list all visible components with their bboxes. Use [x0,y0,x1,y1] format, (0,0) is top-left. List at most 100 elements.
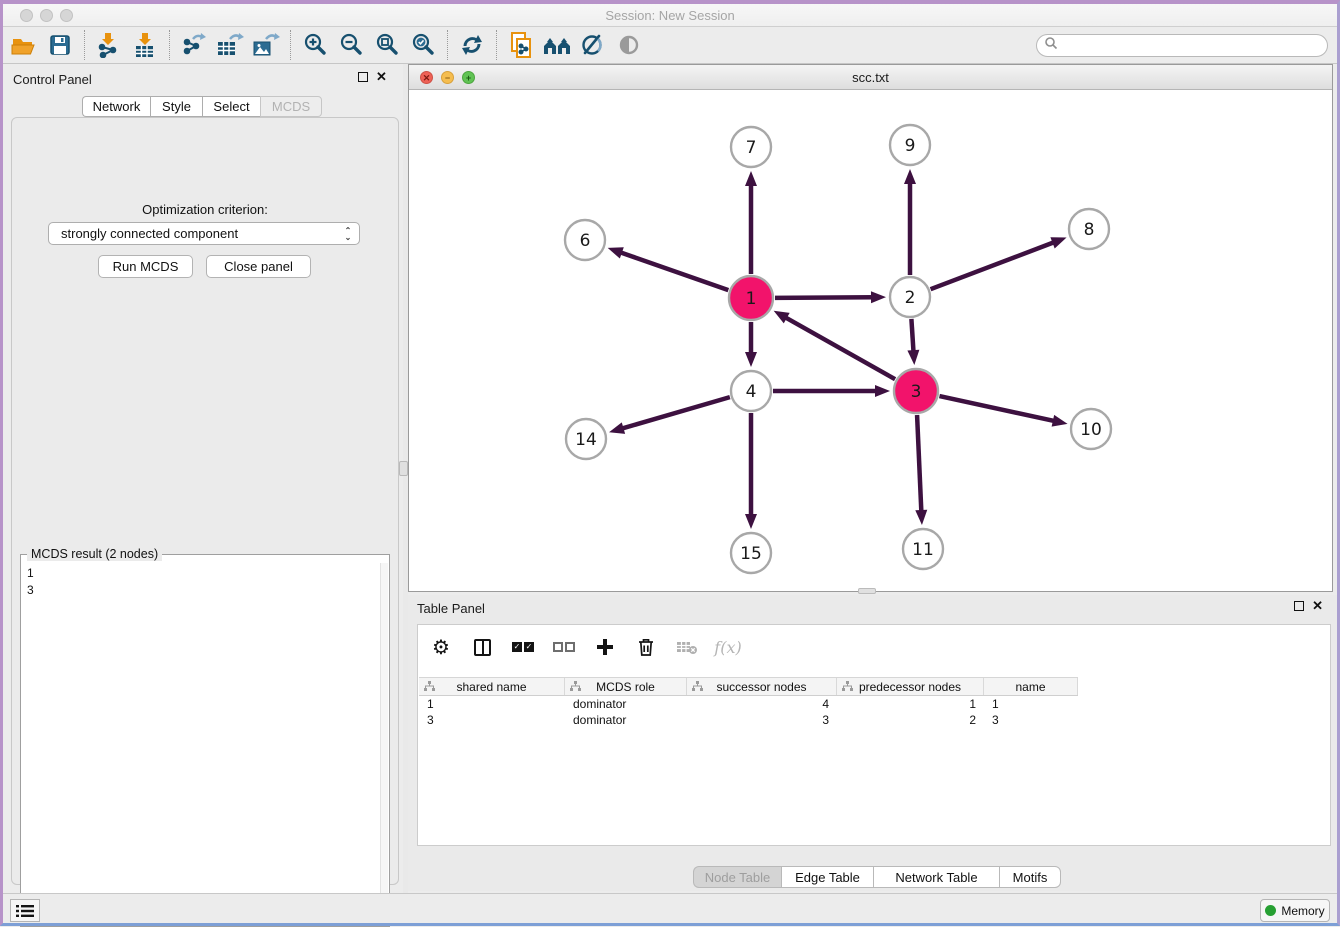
function-builder-icon[interactable]: f(x) [715,634,741,660]
edge-arrowhead [907,350,919,365]
chevron-updown-icon: ⌃⌄ [343,225,353,243]
deselect-all-rows-icon[interactable] [551,634,577,660]
hide-details-eye-icon[interactable] [611,28,647,62]
import-network-icon[interactable] [91,28,127,62]
open-file-icon[interactable] [6,28,42,62]
tab-mcds[interactable]: MCDS [260,96,322,117]
apply-layout-icon[interactable] [454,28,490,62]
tab-network[interactable]: Network [82,96,150,117]
close-table-panel-icon[interactable]: ✕ [1312,601,1323,611]
table-cell[interactable]: dominator [565,697,687,711]
select-all-rows-icon[interactable]: ✓✓ [510,634,536,660]
tab-network-table[interactable]: Network Table [873,866,999,888]
graph-edge-1-2[interactable] [775,297,874,298]
add-column-icon[interactable] [592,634,618,660]
graph-edge-3-10[interactable] [939,396,1055,421]
edge-arrowhead [871,291,886,303]
zoom-fit-icon[interactable] [369,28,405,62]
table-cell[interactable]: 2 [837,713,984,727]
duplicate-network-icon[interactable] [503,28,539,62]
table-cell[interactable]: 3 [687,713,837,727]
table-cell[interactable]: dominator [565,713,687,727]
splitter-grip[interactable] [399,461,408,476]
network-title: scc.txt [409,70,1332,85]
application-window: Session: New Session [0,0,1340,926]
network-window-titlebar: ✕ − + scc.txt [409,65,1332,90]
zoom-out-icon[interactable] [333,28,369,62]
edge-arrowhead [915,510,927,525]
tab-motifs[interactable]: Motifs [999,866,1061,888]
node-label-4: 4 [746,382,757,402]
task-history-button[interactable] [10,899,40,922]
column-header-shared-name[interactable]: shared name [419,678,565,695]
search-field [1036,34,1328,57]
result-scrollbar[interactable] [380,563,388,924]
table-cell[interactable]: 1 [419,697,565,711]
search-icon [1044,36,1058,55]
table-cell[interactable]: 1 [837,697,984,711]
network-canvas[interactable]: 7968124314101511 [410,91,1331,591]
network-resize-grip[interactable] [858,588,876,594]
column-header-name[interactable]: name [984,678,1078,695]
show-columns-icon[interactable] [469,634,495,660]
graph-edge-3-11[interactable] [917,415,921,513]
close-panel-button[interactable]: Close panel [206,255,311,278]
search-input[interactable] [1058,37,1327,55]
edge-arrowhead [745,514,757,529]
optimization-criterion-label: Optimization criterion: [12,202,398,217]
main-toolbar [0,27,1340,64]
mcds-result-text[interactable]: 1 3 [27,565,34,599]
zoom-in-icon[interactable] [297,28,333,62]
first-neighbors-icon[interactable] [539,28,575,62]
table-cell[interactable]: 3 [984,713,1078,727]
export-table-icon[interactable] [212,28,248,62]
import-table-icon[interactable] [127,28,163,62]
column-header-MCDS-role[interactable]: MCDS role [565,678,687,695]
table-toolbar: ⚙ ✓✓ f(x) [418,625,1330,669]
table-row[interactable]: 1dominator411 [419,696,1329,712]
tab-select[interactable]: Select [202,96,260,117]
graph-edge-1-6[interactable] [619,252,728,290]
node-label-9: 9 [905,136,916,156]
table-cell[interactable]: 3 [419,713,565,727]
network-graph: 7968124314101511 [410,91,1331,591]
node-label-6: 6 [580,231,591,251]
graph-edge-2-8[interactable] [931,242,1056,289]
table-panel-title: Table Panel [417,601,485,616]
float-panel-icon[interactable] [358,72,368,82]
table-row[interactable]: 3dominator323 [419,712,1329,728]
float-table-panel-icon[interactable] [1294,601,1304,611]
column-header-successor-nodes[interactable]: successor nodes [687,678,837,695]
list-icon [16,904,34,918]
edge-arrowhead [904,169,916,184]
status-bar: Memory [0,893,1340,926]
graph-edge-2-3[interactable] [911,319,913,353]
table-settings-gear-icon[interactable]: ⚙ [428,634,454,660]
close-panel-icon[interactable]: ✕ [376,72,387,82]
tab-node-table[interactable]: Node Table [693,866,781,888]
criterion-dropdown[interactable]: strongly connected component ⌃⌄ [48,222,360,245]
table-cell[interactable]: 1 [984,697,1078,711]
node-label-3: 3 [911,382,922,402]
show-style-icon[interactable] [575,28,611,62]
mcds-result-title: MCDS result (2 nodes) [27,547,162,561]
delete-table-icon[interactable] [674,634,700,660]
run-mcds-button[interactable]: Run MCDS [98,255,193,278]
column-header-predecessor-nodes[interactable]: predecessor nodes [837,678,984,695]
graph-edge-3-1[interactable] [784,317,895,380]
zoom-selected-icon[interactable] [405,28,441,62]
node-label-2: 2 [905,288,916,308]
export-image-icon[interactable] [248,28,284,62]
toolbar-separator [290,30,291,60]
memory-button[interactable]: Memory [1260,899,1330,922]
table-cell[interactable]: 4 [687,697,837,711]
tab-style[interactable]: Style [150,96,202,117]
tab-edge-table[interactable]: Edge Table [781,866,873,888]
toolbar-separator [169,30,170,60]
graph-edge-4-14[interactable] [621,397,730,429]
mcds-result-box: MCDS result (2 nodes) 1 3 [20,554,390,927]
delete-column-trash-icon[interactable] [633,634,659,660]
save-session-icon[interactable] [42,28,78,62]
export-network-icon[interactable] [176,28,212,62]
hierarchy-icon [424,681,435,692]
